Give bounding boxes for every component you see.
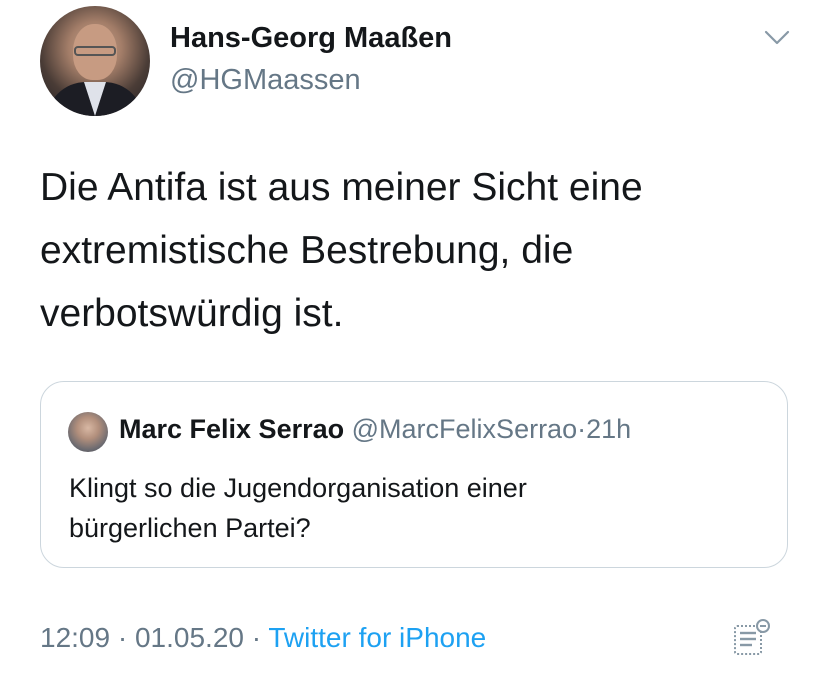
quoted-author-name: Marc Felix Serrao <box>119 414 345 444</box>
tweet-text-line: extremistische Bestrebung, die <box>40 229 574 272</box>
quoted-separator: · <box>577 414 587 444</box>
author-handle[interactable]: @HGMaassen <box>170 64 361 97</box>
avatar-glasses <box>74 46 116 56</box>
quoted-text-line: Klingt so die Jugendorganisation einer <box>69 473 527 503</box>
tweet-source-link[interactable]: Twitter for iPhone <box>268 622 486 653</box>
author-name[interactable]: Hans-Georg Maaßen <box>170 22 452 55</box>
tweet-time[interactable]: 12:09 <box>40 622 110 653</box>
chevron-down-icon[interactable] <box>764 30 790 46</box>
tweet-text: Die Antifa ist aus meiner Sicht eine ext… <box>40 156 800 345</box>
quoted-author-avatar <box>68 412 108 452</box>
meta-separator: · <box>117 622 128 653</box>
tweet-meta: 12:09 · 01.05.20 · Twitter for iPhone <box>40 622 486 654</box>
meta-separator: · <box>251 622 262 653</box>
quoted-tweet-header: Marc Felix Serrao @MarcFelixSerrao·21h <box>119 414 631 445</box>
view-activity-icon[interactable] <box>730 616 774 660</box>
tweet-text-line: verbotswürdig ist. <box>40 292 344 335</box>
tweet-text-line: Die Antifa ist aus meiner Sicht eine <box>40 166 643 209</box>
quoted-author-handle: @MarcFelixSerrao <box>351 414 578 444</box>
tweet-date[interactable]: 01.05.20 <box>135 622 244 653</box>
quoted-tweet-text: Klingt so die Jugendorganisation einer b… <box>69 468 749 548</box>
quoted-tweet-card[interactable]: Marc Felix Serrao @MarcFelixSerrao·21h K… <box>40 381 788 568</box>
quoted-text-line: bürgerlichen Partei? <box>69 513 311 543</box>
author-avatar[interactable] <box>40 6 150 116</box>
quoted-tweet-time: 21h <box>586 414 632 444</box>
